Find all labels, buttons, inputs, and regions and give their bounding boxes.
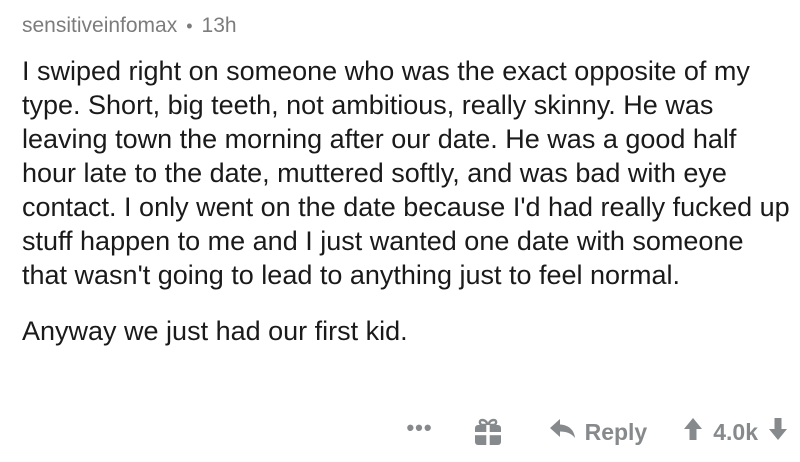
comment-paragraph: Anyway we just had our first kid.	[22, 316, 408, 346]
username-link[interactable]: sensitiveinfomax	[22, 14, 177, 38]
reply-label: Reply	[584, 418, 648, 445]
reply-button[interactable]: Reply	[549, 418, 648, 446]
upvote-arrow-icon[interactable]	[683, 417, 703, 447]
comment: sensitiveinfomax • 13h I swiped right on…	[22, 10, 792, 348]
vote-controls: 4.0k	[683, 417, 788, 447]
comment-meta: sensitiveinfomax • 13h	[22, 10, 792, 42]
comment-paragraph: I swiped right on someone who was the ex…	[22, 56, 790, 290]
comment-actions: ••• Reply 4.0k	[406, 412, 788, 452]
comment-body: I swiped right on someone who was the ex…	[22, 54, 792, 348]
vote-score: 4.0k	[713, 418, 758, 445]
downvote-arrow-icon[interactable]	[768, 417, 788, 447]
gift-icon[interactable]	[473, 417, 503, 447]
more-options-icon[interactable]: •••	[406, 417, 432, 439]
reply-arrow-icon	[549, 418, 585, 446]
comment-age: 13h	[201, 14, 237, 37]
meta-separator: •	[186, 15, 193, 36]
